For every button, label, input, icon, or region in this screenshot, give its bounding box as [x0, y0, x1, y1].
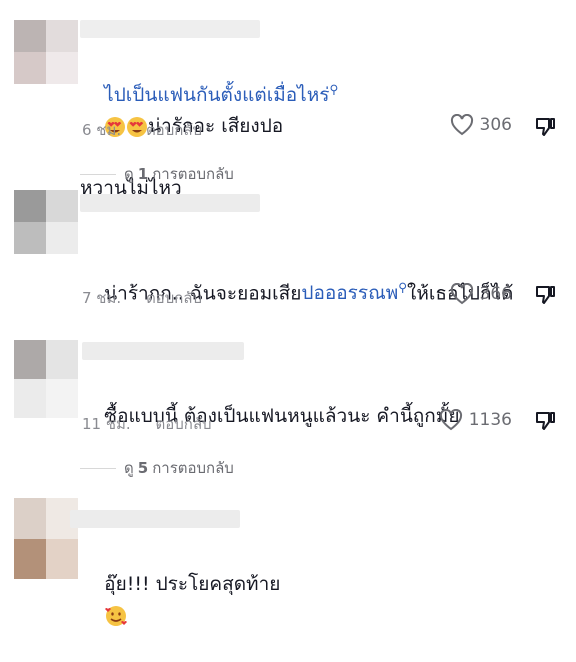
search-icon: ⚲ — [329, 83, 339, 97]
divider — [80, 173, 116, 175]
username[interactable] — [82, 342, 244, 360]
avatar[interactable] — [14, 498, 78, 579]
search-link[interactable]: ไปเป็นแฟนกันตั้งแต่เมื่อไหร่⚲ — [104, 83, 339, 106]
search-icon: ⚲ — [398, 281, 408, 295]
comment-meta: 6 ชม. ตอบกลับ — [82, 118, 202, 142]
username[interactable] — [70, 510, 240, 528]
reply-button[interactable]: ตอบกลับ — [146, 289, 202, 307]
like-button[interactable]: 1136 — [439, 409, 512, 431]
thumbs-down-icon[interactable] — [534, 116, 556, 138]
username[interactable] — [80, 20, 260, 38]
like-count: 306 — [479, 115, 512, 135]
avatar[interactable] — [14, 20, 78, 84]
reply-button[interactable]: ตอบกลับ — [146, 121, 202, 139]
thumbs-down-icon[interactable] — [534, 410, 556, 432]
thumbs-down-icon[interactable] — [534, 284, 556, 306]
reply-button[interactable]: ตอบกลับ — [155, 415, 211, 433]
comment-meta: 7 ชม. ตอบกลับ — [82, 286, 202, 310]
avatar[interactable] — [14, 190, 78, 254]
comment-meta: 11 ชม. ตอบกลับ — [82, 412, 212, 436]
search-link[interactable]: ปอออรรณพ⚲ — [301, 281, 408, 304]
view-replies-button[interactable]: ดู 5 การตอบกลับ — [80, 456, 234, 480]
heart-outline-icon — [450, 114, 473, 136]
smiling-face-with-hearts-emoji — [105, 605, 128, 626]
timestamp: 6 ชม. — [82, 121, 122, 139]
heart-outline-icon — [439, 409, 462, 431]
divider — [80, 467, 116, 469]
timestamp: 7 ชม. — [82, 289, 122, 307]
like-button[interactable]: 366 — [450, 283, 512, 305]
heart-outline-icon — [450, 283, 473, 305]
username[interactable] — [80, 194, 260, 212]
view-replies-button[interactable]: ดู 1 การตอบกลับ — [80, 162, 234, 186]
avatar[interactable] — [14, 340, 78, 418]
like-count: 1136 — [468, 410, 512, 430]
comment-text: อุ๊ย!!! ประโยคสุดท้าย — [80, 538, 550, 662]
like-count: 366 — [479, 284, 512, 304]
timestamp: 11 ชม. — [82, 415, 131, 433]
like-button[interactable]: 306 — [450, 114, 512, 136]
